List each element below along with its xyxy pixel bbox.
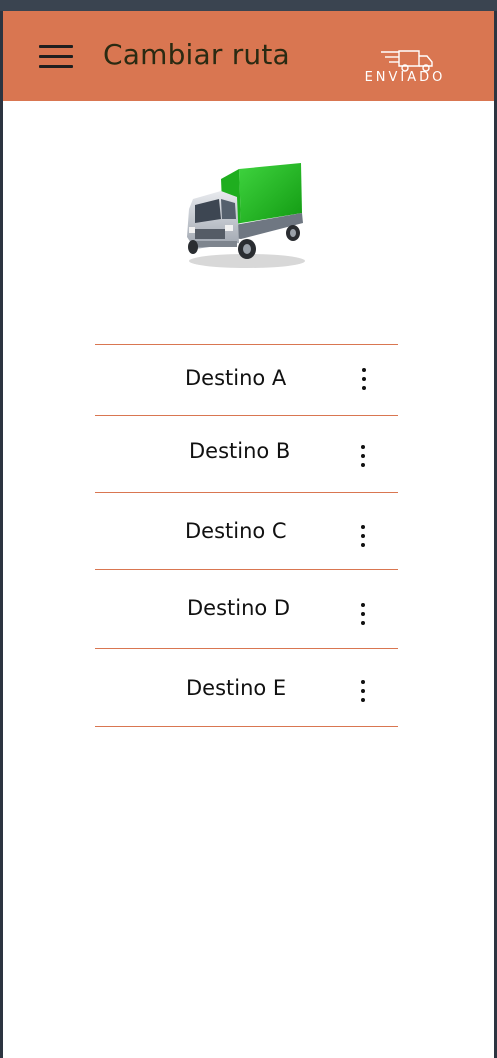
truck-icon [181, 161, 311, 276]
list-item-destino-a[interactable]: Destino A [95, 344, 398, 415]
hamburger-menu-icon[interactable] [39, 45, 73, 69]
list-item-destino-d[interactable]: Destino D [95, 569, 398, 648]
more-vertical-icon[interactable] [355, 523, 371, 551]
enviado-logo: ENVIADO [337, 49, 473, 87]
destination-label: Destino A [185, 366, 287, 390]
more-vertical-icon[interactable] [355, 443, 371, 471]
app-screen: Cambiar ruta ENVIADO Destino A Destino B… [3, 11, 494, 1058]
list-item-destino-c[interactable]: Destino C [95, 492, 398, 569]
status-strip [0, 0, 497, 11]
app-bar: Cambiar ruta ENVIADO [3, 11, 494, 101]
logo-text: ENVIADO [364, 70, 446, 85]
destination-label: Destino B [189, 439, 291, 463]
more-vertical-icon[interactable] [355, 678, 371, 706]
destination-list: Destino A Destino B Destino C Destino D … [95, 344, 398, 727]
page-title: Cambiar ruta [103, 38, 290, 71]
destination-label: Destino D [187, 596, 291, 620]
destination-label: Destino E [186, 676, 287, 700]
list-item-destino-b[interactable]: Destino B [95, 415, 398, 492]
more-vertical-icon[interactable] [355, 601, 371, 629]
destination-label: Destino C [185, 519, 287, 543]
list-item-destino-e[interactable]: Destino E [95, 648, 398, 727]
more-vertical-icon[interactable] [356, 366, 372, 394]
